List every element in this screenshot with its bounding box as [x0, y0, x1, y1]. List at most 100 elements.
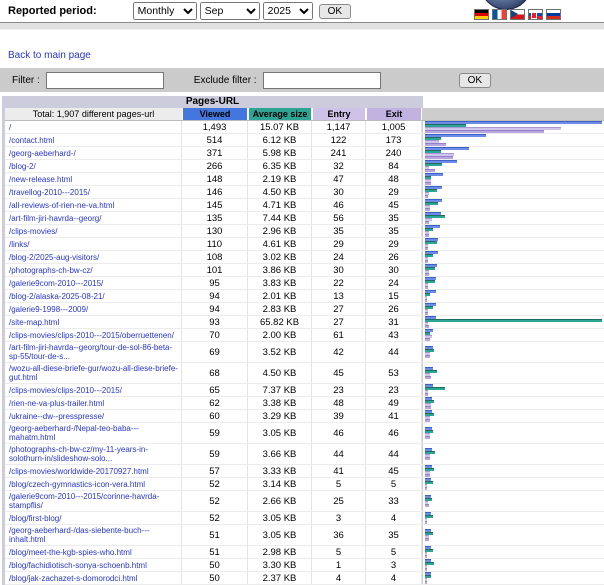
- average-size-value: 3.86 KB: [248, 264, 312, 276]
- page-url-link[interactable]: /art-film-jiri-havrda--georg/: [9, 214, 101, 223]
- table-row: /georg-aeberhard-/das-siebente-buch---in…: [5, 525, 604, 546]
- entry-value: 5: [312, 546, 366, 558]
- row-bars: [422, 134, 604, 146]
- average-size-value: 3.52 KB: [248, 342, 312, 362]
- page-url-link[interactable]: /blog/czech-gymnastics-icon-vera.html: [9, 480, 145, 489]
- filter-ok-button[interactable]: OK: [459, 73, 491, 88]
- page-url-link[interactable]: /georg-aeberhard-/: [9, 149, 76, 158]
- page-url-link[interactable]: /georg-aeberhard-/Nepal-teo-baba---mahat…: [9, 424, 179, 442]
- chart-column-header: [422, 108, 604, 120]
- average-size-value: 5.98 KB: [248, 147, 312, 159]
- exit-bar: [425, 247, 428, 250]
- page-url-link[interactable]: /blog/fachidiotisch-sonya-schoenb.html: [9, 561, 147, 570]
- back-to-main-link[interactable]: Back to main page: [8, 50, 91, 61]
- table-row: /blog-2/2666.35 KB3284: [5, 160, 604, 173]
- row-bars: [422, 290, 604, 302]
- page-url-link[interactable]: /galerie9-1998---2009/: [9, 305, 88, 314]
- row-bars: [422, 423, 604, 443]
- viewed-value: 50: [182, 559, 248, 571]
- exit-bar: [425, 581, 427, 584]
- page-url-link[interactable]: /wozu-all-diese-briefe-gur/wozu-all-dies…: [9, 364, 179, 382]
- pages-url-title: Pages-URL: [2, 96, 423, 108]
- filter-input[interactable]: [46, 72, 164, 89]
- table-header-row: Total: 1,907 different pages-url Viewed …: [5, 108, 604, 121]
- czech-flag-link[interactable]: [510, 9, 525, 20]
- average-size-value: 6.12 KB: [248, 134, 312, 146]
- page-url-cell: /blog/jak-zachazet-s-domorodci.html: [5, 572, 182, 584]
- page-url-link[interactable]: /blog-2/2025-aug-visitors/: [9, 253, 99, 262]
- period-type-select[interactable]: Monthly: [133, 2, 197, 20]
- viewed-value: 1,493: [182, 121, 248, 133]
- viewed-value: 62: [182, 397, 248, 409]
- entry-value: 23: [312, 384, 366, 396]
- page-url-link[interactable]: /new-release.html: [9, 175, 72, 184]
- page-url-link[interactable]: /art-film-jiri-havrda--georg/tour-de-sol…: [9, 343, 179, 361]
- exit-bar: [425, 338, 430, 341]
- exit-bar: [425, 538, 429, 541]
- page-url-link[interactable]: /contact.html: [9, 136, 54, 145]
- page-url-link[interactable]: /photographs-ch-bw-cz/my-11-years-in-sol…: [9, 445, 179, 463]
- month-select[interactable]: Sep: [200, 2, 260, 20]
- page-url-link[interactable]: /clips-movies/: [9, 227, 57, 236]
- page-url-link[interactable]: /all-reviews-of-rien-ne-va.html: [9, 201, 114, 210]
- period-ok-button[interactable]: OK: [319, 4, 351, 19]
- total-pages-label: Total: 1,907 different pages-url: [5, 108, 182, 120]
- page-url-link[interactable]: /links/: [9, 240, 29, 249]
- exit-bar: [425, 474, 430, 477]
- year-select[interactable]: 2025: [263, 2, 313, 20]
- page-url-link[interactable]: /rien-ne-va-plus-trailer.html: [9, 399, 104, 408]
- page-url-cell: /: [5, 121, 182, 133]
- average-size-value: 6.35 KB: [248, 160, 312, 172]
- page-url-link[interactable]: /photographs-ch-bw-cz/: [9, 266, 93, 275]
- row-bars: [422, 491, 604, 511]
- page-url-cell: /ukraine--dw--presspresse/: [5, 410, 182, 422]
- german-flag-link[interactable]: [474, 9, 489, 20]
- page-url-link[interactable]: /blog/meet-the-kgb-spies-who.html: [9, 548, 132, 557]
- page-url-link[interactable]: /galerie9com-2010---2015/: [9, 279, 103, 288]
- row-bars: [422, 465, 604, 477]
- entry-value: 48: [312, 397, 366, 409]
- average-size-value: 2.96 KB: [248, 225, 312, 237]
- page-url-link[interactable]: /clips-movies/clips-2010---2015/oberruet…: [9, 331, 174, 340]
- page-url-cell: /contact.html: [5, 134, 182, 146]
- exit-bar: [425, 156, 453, 159]
- viewed-value: 50: [182, 572, 248, 584]
- exit-value: 26: [366, 251, 422, 263]
- page-url-link[interactable]: /clips-movies/worldwide-20170927.html: [9, 467, 149, 476]
- page-url-link[interactable]: /site-map.html: [9, 318, 59, 327]
- page-url-link[interactable]: /blog/jak-zachazet-s-domorodci.html: [9, 574, 138, 583]
- table-row: /travellog-2010---2015/1464.50 KB3029: [5, 186, 604, 199]
- exit-bar: [425, 234, 429, 237]
- page-url-cell: /blog-2/2025-aug-visitors/: [5, 251, 182, 263]
- page-url-link[interactable]: /travellog-2010---2015/: [9, 188, 90, 197]
- exit-bar: [425, 312, 428, 315]
- page-url-link[interactable]: /clips-movies/clips-2010---2015/: [9, 386, 122, 395]
- page-url-link[interactable]: /galerie9com-2010---2015/corinne-havrda-…: [9, 492, 179, 510]
- page-url-link[interactable]: /blog/first-blog/: [9, 514, 61, 523]
- entry-value: 25: [312, 491, 366, 511]
- table-row: /blog/meet-the-kgb-spies-who.html512.98 …: [5, 546, 604, 559]
- page-url-cell: /links/: [5, 238, 182, 250]
- exclude-filter-input[interactable]: [263, 72, 381, 89]
- row-bars: [422, 212, 604, 224]
- page-url-link[interactable]: /blog-2/: [9, 162, 36, 171]
- average-size-value: 2.01 KB: [248, 290, 312, 302]
- table-row: /blog-2/alaska-2025-08-21/942.01 KB1315: [5, 290, 604, 303]
- average-size-value: 3.05 KB: [248, 525, 312, 545]
- viewed-value: 266: [182, 160, 248, 172]
- slovak-flag-link[interactable]: [528, 9, 543, 20]
- page-url-link[interactable]: /blog-2/alaska-2025-08-21/: [9, 292, 105, 301]
- page-url-link[interactable]: /georg-aeberhard-/das-siebente-buch---in…: [9, 526, 179, 544]
- size-bar: [425, 319, 602, 322]
- exit-value: 43: [366, 329, 422, 341]
- viewed-value: 148: [182, 173, 248, 185]
- french-flag-link[interactable]: [492, 9, 507, 20]
- page-url-link[interactable]: /: [9, 123, 11, 132]
- row-bars: [422, 444, 604, 464]
- page-url-cell: /clips-movies/worldwide-20170927.html: [5, 465, 182, 477]
- exit-value: 35: [366, 212, 422, 224]
- row-bars: [422, 329, 604, 341]
- page-url-link[interactable]: /ukraine--dw--presspresse/: [9, 412, 104, 421]
- russian-flag-link[interactable]: [546, 9, 561, 20]
- row-bars: [422, 572, 604, 584]
